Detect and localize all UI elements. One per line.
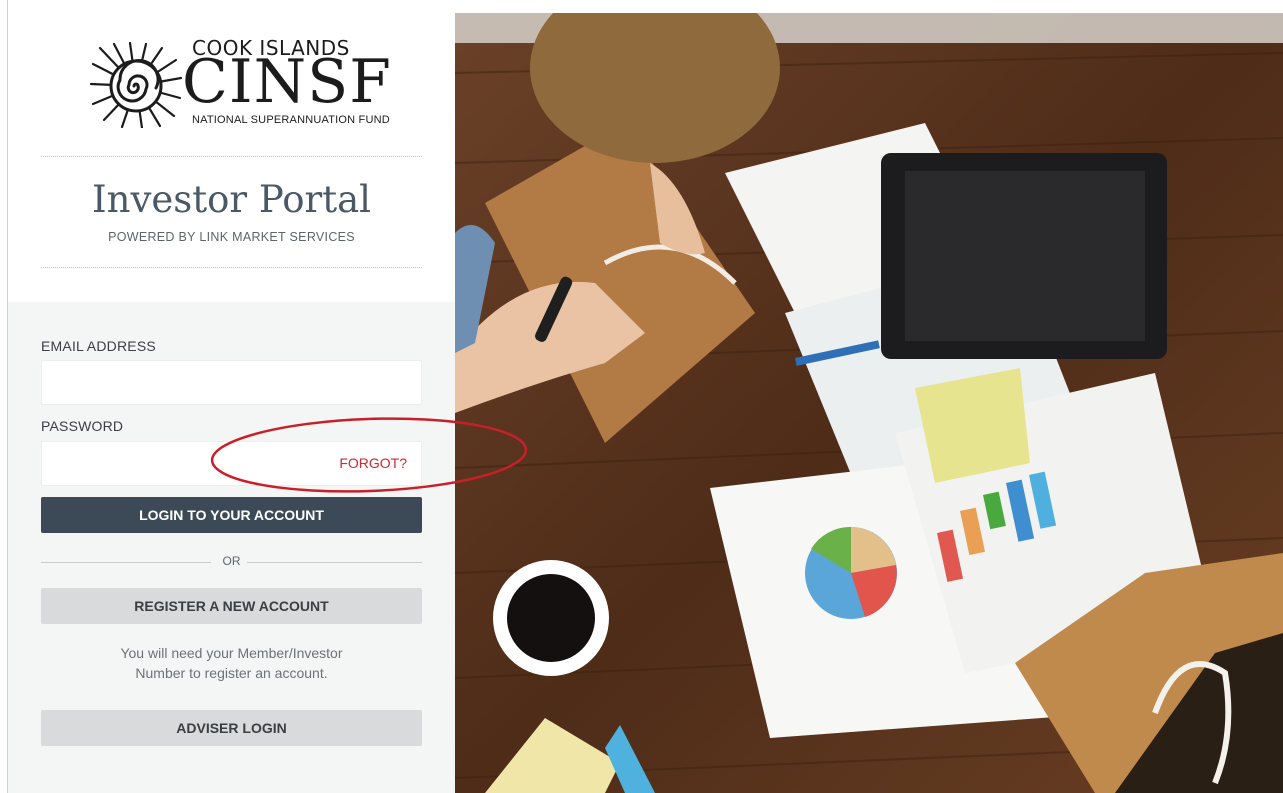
password-label: PASSWORD bbox=[41, 418, 124, 434]
or-text: OR bbox=[222, 554, 241, 568]
adviser-login-button[interactable]: ADVISER LOGIN bbox=[41, 710, 422, 746]
forgot-password-link[interactable]: FORGOT? bbox=[339, 455, 407, 471]
register-note-line1: You will need your Member/Investor bbox=[120, 645, 343, 661]
email-field[interactable] bbox=[41, 360, 422, 405]
register-button[interactable]: REGISTER A NEW ACCOUNT bbox=[41, 588, 422, 624]
login-header: COOK ISLANDS CINSF NATIONAL SUPERANNUATI… bbox=[8, 0, 455, 302]
password-field[interactable]: FORGOT? bbox=[41, 441, 422, 486]
cinsf-logo: COOK ISLANDS CINSF NATIONAL SUPERANNUATI… bbox=[90, 34, 392, 134]
page-subtitle: POWERED BY LINK MARKET SERVICES bbox=[108, 230, 355, 244]
page-title: Investor Portal bbox=[92, 178, 371, 221]
nautilus-shell-logo-icon bbox=[90, 42, 182, 128]
hero-photo bbox=[455, 13, 1283, 793]
or-line-right bbox=[247, 562, 422, 563]
login-panel: COOK ISLANDS CINSF NATIONAL SUPERANNUATI… bbox=[8, 0, 455, 793]
logo-acronym: CINSF bbox=[182, 47, 392, 117]
divider-bottom bbox=[41, 267, 422, 268]
desk-scene-illustration bbox=[455, 13, 1283, 793]
email-label: EMAIL ADDRESS bbox=[41, 338, 156, 354]
or-separator: OR bbox=[41, 554, 422, 570]
register-note-line2: Number to register an account. bbox=[135, 665, 328, 681]
register-note: You will need your Member/Investor Numbe… bbox=[41, 643, 422, 683]
logo-fund-name: NATIONAL SUPERANNUATION FUND bbox=[192, 114, 390, 126]
divider-top bbox=[41, 156, 422, 157]
login-button[interactable]: LOGIN TO YOUR ACCOUNT bbox=[41, 497, 422, 533]
